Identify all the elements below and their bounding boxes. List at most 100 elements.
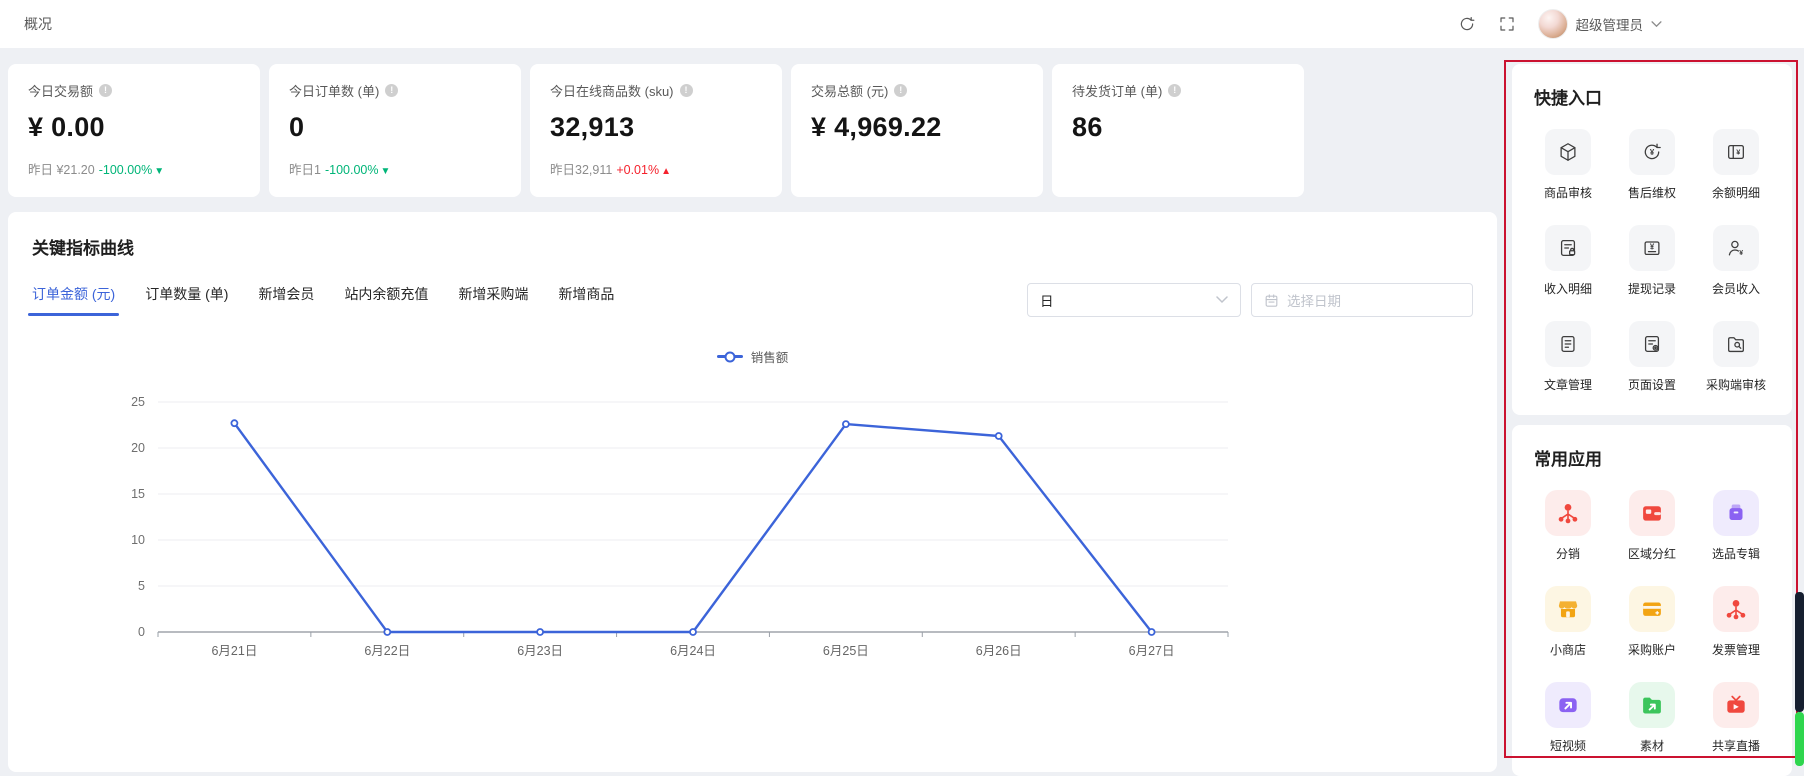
quick-entry-balance-detail[interactable]: ¥ 余额明细 bbox=[1694, 129, 1778, 201]
stat-compare bbox=[811, 159, 1023, 175]
album-box-icon bbox=[1723, 500, 1749, 526]
common-apps-card: 常用应用 分销 区域分红 选品专辑 小商店 采购账户 bbox=[1512, 425, 1792, 776]
svg-text:6月21日: 6月21日 bbox=[211, 644, 257, 658]
tab-order-amount[interactable]: 订单金额 (元) bbox=[32, 284, 115, 316]
line-chart: 05101520256月21日6月22日6月23日6月24日6月25日6月26日… bbox=[32, 382, 1473, 683]
wallet-icon bbox=[1639, 500, 1665, 526]
stat-title: 今日交易额 bbox=[28, 81, 93, 100]
app-distribution[interactable]: 分销 bbox=[1526, 490, 1610, 562]
quick-entry-product-audit[interactable]: 商品审核 bbox=[1526, 129, 1610, 201]
quick-entry-member-income[interactable]: ¥ 会员收入 bbox=[1694, 225, 1778, 297]
quick-entry-page-settings[interactable]: 页面设置 bbox=[1610, 321, 1694, 393]
user-name: 超级管理员 bbox=[1576, 14, 1644, 34]
svg-text:6月26日: 6月26日 bbox=[976, 644, 1022, 658]
legend-line-icon bbox=[717, 355, 743, 358]
tab-balance-recharge[interactable]: 站内余额充值 bbox=[344, 284, 428, 316]
fullscreen-icon[interactable] bbox=[1498, 15, 1516, 33]
store-icon bbox=[1555, 596, 1581, 622]
svg-text:0: 0 bbox=[138, 625, 145, 639]
stat-compare bbox=[1072, 159, 1284, 175]
stat-compare: 昨日32,911+0.01%▲ bbox=[550, 159, 762, 178]
article-doc-icon bbox=[1557, 333, 1579, 355]
key-metrics-card: 关键指标曲线 订单金额 (元) 订单数量 (单) 新增会员 站内余额充值 新增采… bbox=[8, 212, 1497, 772]
tab-new-members[interactable]: 新增会员 bbox=[258, 284, 314, 316]
info-icon[interactable] bbox=[385, 84, 398, 97]
quick-entry-title: 快捷入口 bbox=[1526, 84, 1778, 109]
legend-sales[interactable]: 销售额 bbox=[717, 347, 789, 366]
trend-up-icon: ▲ bbox=[661, 166, 671, 177]
refund-cycle-icon: ¥ bbox=[1641, 141, 1663, 163]
app-materials[interactable]: 素材 bbox=[1610, 682, 1694, 754]
tab-order-count[interactable]: 订单数量 (单) bbox=[145, 284, 228, 316]
invoice-network-icon bbox=[1723, 596, 1749, 622]
metric-tabs: 订单金额 (元) 订单数量 (单) 新增会员 站内余额充值 新增采购端 新增商品 bbox=[32, 284, 614, 316]
income-doc-lock-icon bbox=[1557, 237, 1579, 259]
share-network-icon bbox=[1555, 500, 1581, 526]
common-apps-title: 常用应用 bbox=[1526, 445, 1778, 470]
avatar[interactable] bbox=[1538, 9, 1568, 39]
info-icon[interactable] bbox=[1168, 84, 1181, 97]
app-short-video[interactable]: 短视频 bbox=[1526, 682, 1610, 754]
chevron-down-icon bbox=[1651, 21, 1662, 28]
refresh-icon[interactable] bbox=[1458, 15, 1476, 33]
quick-entry-grid: 商品审核 ¥ 售后维权 ¥ 余额明细 收入明细 ¥ 提现记录 ¥ 会员收入 bbox=[1526, 129, 1778, 393]
bank-card-icon bbox=[1639, 596, 1665, 622]
page-gear-icon bbox=[1641, 333, 1663, 355]
info-icon[interactable] bbox=[99, 84, 112, 97]
stat-value: 86 bbox=[1072, 112, 1284, 143]
edge-scrollbar-green[interactable] bbox=[1795, 712, 1804, 766]
app-region-dividend[interactable]: 区域分红 bbox=[1610, 490, 1694, 562]
info-icon[interactable] bbox=[680, 84, 693, 97]
stat-compare: 昨日 ¥21.20-100.00%▼ bbox=[28, 159, 240, 178]
withdraw-box-icon: ¥ bbox=[1641, 237, 1663, 259]
period-select-value: 日 bbox=[1040, 290, 1054, 310]
tab-new-products[interactable]: 新增商品 bbox=[558, 284, 614, 316]
stat-value: ¥ 0.00 bbox=[28, 112, 240, 143]
app-product-album[interactable]: 选品专辑 bbox=[1694, 490, 1778, 562]
quick-entry-purchaser-audit[interactable]: 采购端审核 bbox=[1694, 321, 1778, 393]
line-chart-svg: 05101520256月21日6月22日6月23日6月24日6月25日6月26日… bbox=[32, 382, 1473, 678]
quick-entry-income-detail[interactable]: 收入明细 bbox=[1526, 225, 1610, 297]
topbar: 概况 超级管理员 bbox=[0, 0, 1804, 48]
svg-text:6月27日: 6月27日 bbox=[1129, 644, 1175, 658]
quick-entry-card: 快捷入口 商品审核 ¥ 售后维权 ¥ 余额明细 收入明细 ¥ 提现记录 bbox=[1512, 64, 1792, 415]
app-invoice-management[interactable]: 发票管理 bbox=[1694, 586, 1778, 658]
svg-text:¥: ¥ bbox=[1736, 148, 1741, 157]
quick-entry-article-management[interactable]: 文章管理 bbox=[1526, 321, 1610, 393]
short-video-icon bbox=[1555, 692, 1581, 718]
stat-title: 今日订单数 (单) bbox=[289, 81, 379, 100]
quick-entry-aftersale[interactable]: ¥ 售后维权 bbox=[1610, 129, 1694, 201]
date-placeholder: 选择日期 bbox=[1287, 290, 1341, 310]
stat-title: 今日在线商品数 (sku) bbox=[550, 81, 674, 100]
cube-icon bbox=[1557, 141, 1579, 163]
svg-text:6月22日: 6月22日 bbox=[364, 644, 410, 658]
svg-text:¥: ¥ bbox=[1739, 250, 1743, 257]
trend-down-icon: ▼ bbox=[380, 166, 390, 177]
stat-title: 待发货订单 (单) bbox=[1072, 81, 1162, 100]
common-apps-grid: 分销 区域分红 选品专辑 小商店 采购账户 发票管理 bbox=[1526, 490, 1778, 754]
stat-title: 交易总额 (元) bbox=[811, 81, 888, 100]
edge-scrollbar-dark[interactable] bbox=[1795, 592, 1804, 712]
stat-cards-row: 今日交易额 ¥ 0.00 昨日 ¥21.20-100.00%▼ 今日订单数 (单… bbox=[8, 64, 1497, 197]
calendar-icon bbox=[1264, 293, 1279, 308]
tab-new-purchasers[interactable]: 新增采购端 bbox=[458, 284, 528, 316]
date-picker-input[interactable]: 选择日期 bbox=[1251, 283, 1473, 317]
info-icon[interactable] bbox=[894, 84, 907, 97]
legend-label: 销售额 bbox=[751, 347, 789, 366]
period-select[interactable]: 日 bbox=[1027, 283, 1241, 317]
user-menu[interactable]: 超级管理员 bbox=[1538, 9, 1663, 39]
right-sidebar: 快捷入口 商品审核 ¥ 售后维权 ¥ 余额明细 收入明细 ¥ 提现记录 bbox=[1512, 64, 1792, 776]
svg-text:6月24日: 6月24日 bbox=[670, 644, 716, 658]
main-content: 今日交易额 ¥ 0.00 昨日 ¥21.20-100.00%▼ 今日订单数 (单… bbox=[8, 64, 1497, 772]
material-folder-icon bbox=[1639, 692, 1665, 718]
svg-text:¥: ¥ bbox=[1650, 242, 1655, 251]
app-shared-live[interactable]: 共享直播 bbox=[1694, 682, 1778, 754]
svg-text:6月23日: 6月23日 bbox=[517, 644, 563, 658]
svg-text:6月25日: 6月25日 bbox=[823, 644, 869, 658]
svg-text:20: 20 bbox=[131, 441, 145, 455]
app-mini-shop[interactable]: 小商店 bbox=[1526, 586, 1610, 658]
quick-entry-withdraw-records[interactable]: ¥ 提现记录 bbox=[1610, 225, 1694, 297]
app-purchase-account[interactable]: 采购账户 bbox=[1610, 586, 1694, 658]
chart-card-title: 关键指标曲线 bbox=[32, 234, 1473, 259]
stat-value: 0 bbox=[289, 112, 501, 143]
